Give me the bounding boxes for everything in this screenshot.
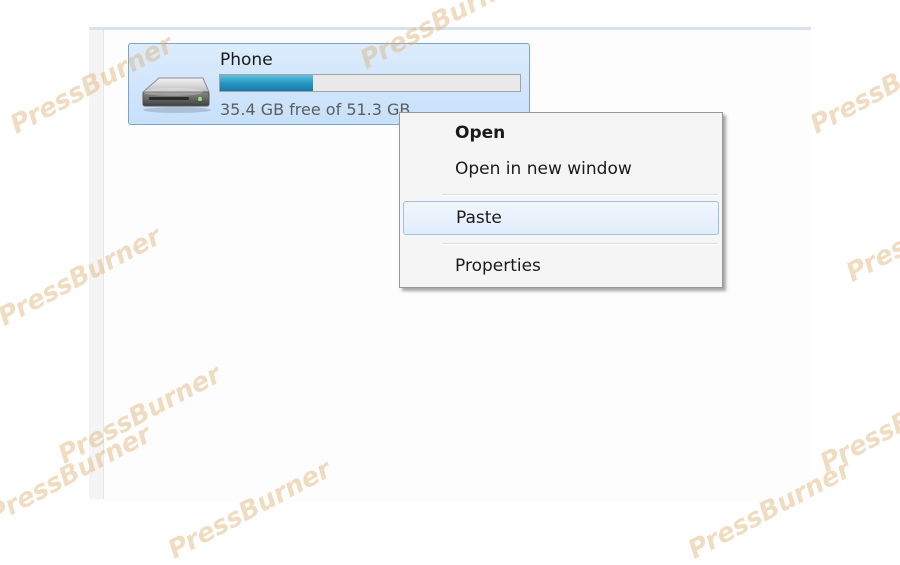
removable-drive-icon [141, 77, 211, 113]
capacity-bar [219, 74, 521, 92]
menu-item-paste[interactable]: Paste [403, 201, 719, 235]
watermark: PressBurner [805, 29, 900, 141]
watermark: PressBurner [815, 367, 900, 479]
menu-separator [442, 243, 718, 245]
watermark: PressBurner [841, 177, 900, 289]
menu-separator [442, 194, 718, 196]
navigation-pane-edge [89, 30, 104, 499]
drive-free-space: 35.4 GB free of 51.3 GB [220, 100, 411, 119]
context-menu: Open Open in new window Paste Properties [399, 112, 723, 288]
menu-item-open-new-window[interactable]: Open in new window [403, 152, 719, 186]
menu-item-properties[interactable]: Properties [403, 249, 719, 283]
capacity-bar-fill [220, 75, 313, 91]
menu-item-open[interactable]: Open [403, 116, 719, 150]
drive-name: Phone [220, 50, 273, 70]
